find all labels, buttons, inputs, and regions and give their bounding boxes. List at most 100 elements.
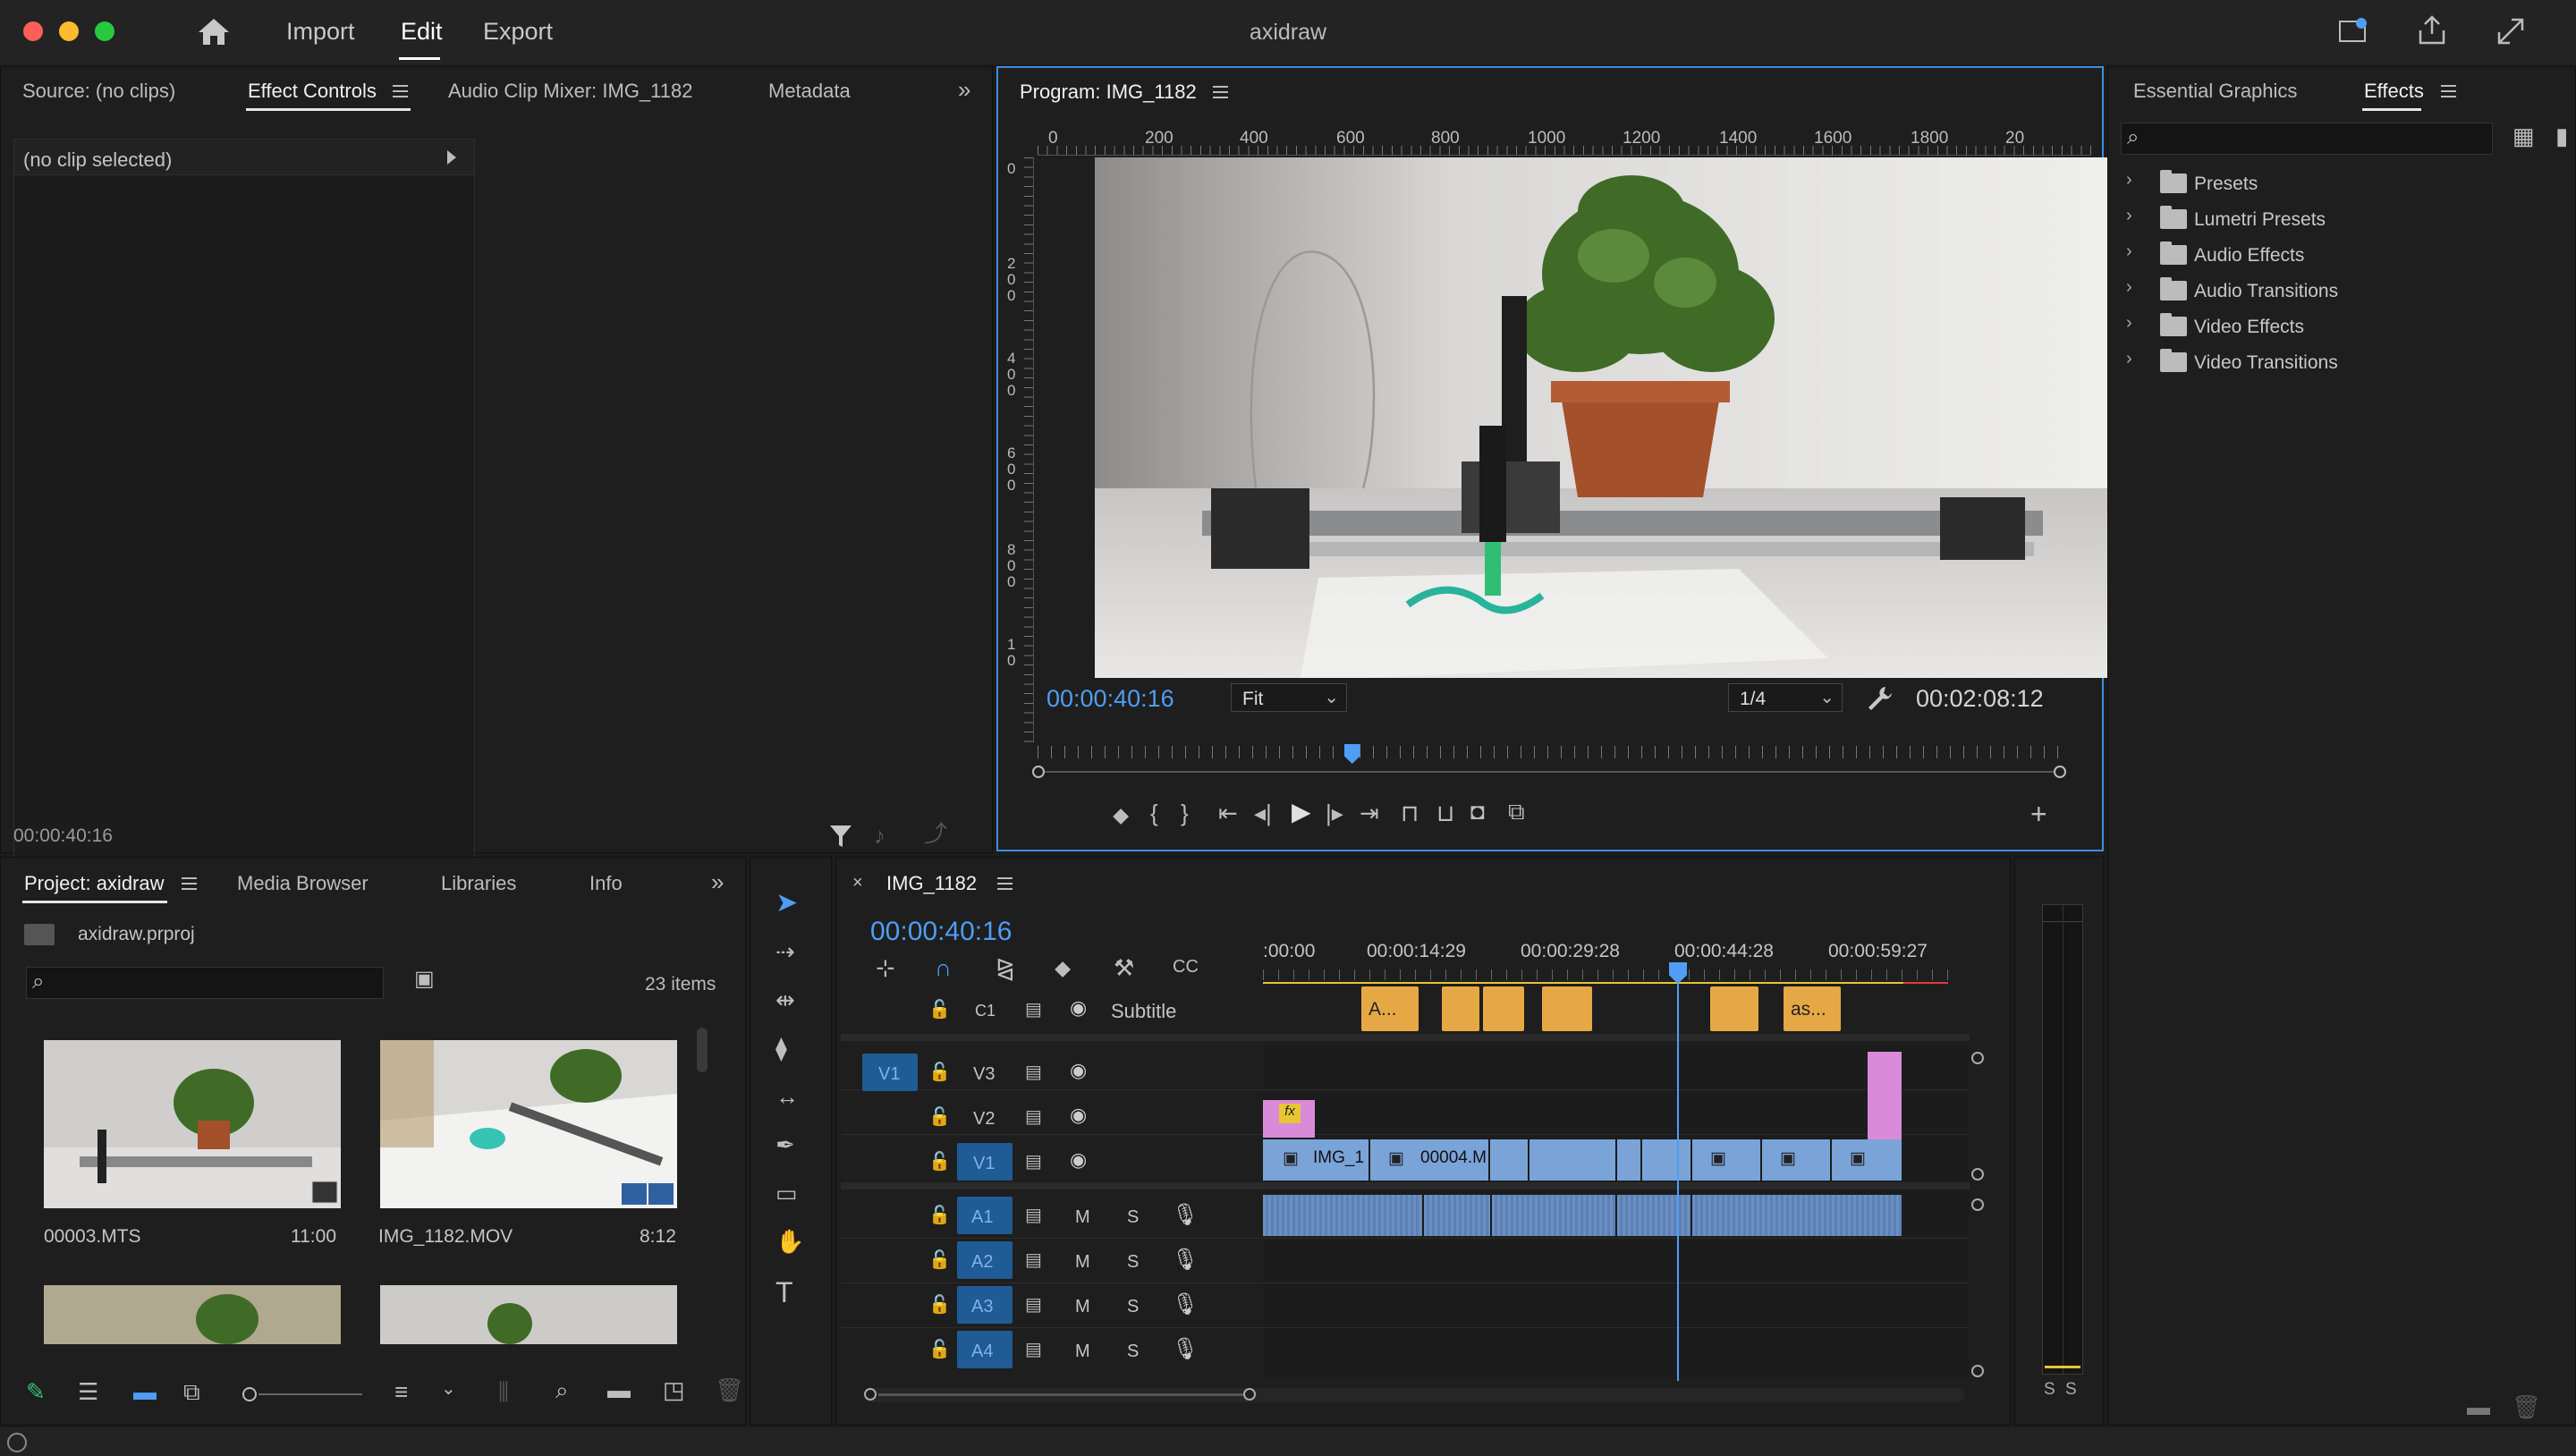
search-icon[interactable]: ⌕ (555, 1378, 569, 1401)
project-search-input[interactable]: ⌕ (26, 967, 384, 999)
effects-item-video-transitions[interactable]: › Video Transitions (2124, 345, 2563, 381)
hand-tool-icon[interactable]: ✋ (775, 1230, 804, 1253)
audio-clip[interactable] (1492, 1195, 1615, 1236)
sync-lock-icon[interactable]: ▤ (1025, 1204, 1042, 1226)
clip-thumbnail[interactable] (380, 1040, 677, 1208)
sync-lock-icon[interactable]: ▤ (1025, 1338, 1042, 1360)
wrench-icon[interactable] (1866, 685, 1893, 712)
graphics-clip[interactable] (1868, 1052, 1902, 1139)
add-marker-icon[interactable]: ⬥ (1055, 956, 1071, 979)
audio-clip[interactable] (1692, 1195, 1902, 1236)
video-clip[interactable]: ▣ IMG_1 (1263, 1139, 1368, 1181)
mute-button[interactable]: M (1075, 1207, 1090, 1228)
nest-icon[interactable]: ⊹ (876, 956, 895, 979)
pencil-icon[interactable]: ✎ (26, 1380, 46, 1403)
program-playhead[interactable] (1343, 744, 1360, 764)
microphone-icon[interactable]: 🎙 (1172, 1202, 1199, 1228)
go-to-in-icon[interactable]: ⇤ (1218, 801, 1238, 825)
solo-right-button[interactable]: S (2065, 1380, 2077, 1400)
audio-clip[interactable] (1617, 1195, 1690, 1236)
chevron-down-icon[interactable]: ⌄ (441, 1380, 456, 1398)
captions-icon[interactable]: CC (1173, 958, 1199, 976)
video-clip[interactable]: ▣ (1762, 1139, 1830, 1181)
project-menu-icon[interactable] (182, 877, 197, 890)
effects-item-video-effects[interactable]: › Video Effects (2124, 309, 2563, 345)
microphone-icon[interactable]: 🎙 (1172, 1336, 1199, 1362)
effects-item-audio-effects[interactable]: › Audio Effects (2124, 238, 2563, 274)
solo-button[interactable]: S (1127, 1207, 1139, 1228)
microphone-icon[interactable]: 🎙 (1172, 1247, 1199, 1273)
panel-overflow-icon[interactable]: » (958, 78, 970, 101)
mute-button[interactable]: M (1075, 1342, 1090, 1362)
solo-button[interactable]: S (1127, 1252, 1139, 1273)
video-scroll-handle[interactable] (1971, 1052, 1984, 1064)
sync-lock-icon[interactable]: ▤ (1025, 1249, 1042, 1271)
play-icon[interactable]: ▶ (1292, 800, 1311, 825)
audio-scroll-handle[interactable] (1971, 1198, 1984, 1211)
extract-icon[interactable]: ⊔ (1436, 801, 1454, 825)
lock-icon[interactable]: 🔓 (928, 1105, 951, 1128)
lock-icon[interactable]: 🔓 (928, 998, 951, 1020)
clip-thumbnail[interactable] (44, 1040, 341, 1208)
freeform-view-icon[interactable]: ⧉ (183, 1380, 200, 1403)
audio-clip[interactable] (1424, 1195, 1490, 1236)
video-clip[interactable]: ▣ 00004.M (1370, 1139, 1488, 1181)
selection-tool-icon[interactable]: ➤ (775, 890, 798, 917)
icon-view-icon[interactable]: ▬ (133, 1380, 157, 1403)
workspaces-icon[interactable] (2338, 16, 2368, 47)
linked-selection-icon[interactable]: ⧎ (996, 956, 1015, 979)
video-clip[interactable] (1617, 1139, 1640, 1181)
mute-button[interactable]: M (1075, 1252, 1090, 1273)
list-view-icon[interactable]: ☰ (78, 1380, 98, 1403)
type-tool-icon[interactable]: T (775, 1278, 793, 1307)
razor-tool-icon[interactable]: ⧫ (775, 1037, 787, 1060)
go-to-out-icon[interactable]: ⇥ (1360, 801, 1379, 825)
tab-libraries[interactable]: Libraries (441, 872, 516, 895)
step-forward-icon[interactable]: |▸ (1326, 801, 1343, 825)
solo-left-button[interactable]: S (2044, 1380, 2055, 1400)
timeline-ruler[interactable]: :00:00 00:00:14:29 00:00:29:28 00:00:44:… (1263, 930, 1961, 986)
lock-icon[interactable]: 🔓 (928, 1249, 951, 1271)
sync-lock-icon[interactable]: ▤ (1025, 998, 1042, 1020)
caption-clip[interactable]: A... (1361, 986, 1419, 1031)
eye-icon[interactable]: ◉ (1070, 1148, 1087, 1172)
panel-overflow-icon[interactable]: » (711, 870, 724, 893)
lock-icon[interactable]: 🔓 (928, 1204, 951, 1226)
add-button-icon[interactable]: + (2030, 800, 2047, 828)
close-sequence-icon[interactable]: × (852, 874, 863, 892)
timeline-menu-icon[interactable] (997, 877, 1013, 890)
find-bin-icon[interactable]: ▣ (414, 969, 435, 990)
timeline-settings-icon[interactable]: ⚒ (1114, 956, 1134, 979)
clip-thumbnail[interactable] (380, 1285, 677, 1344)
sync-lock-icon[interactable]: ▤ (1025, 1293, 1042, 1316)
camera-icon[interactable]: ◘ (1470, 800, 1485, 823)
step-back-icon[interactable]: ◂| (1254, 801, 1272, 825)
caption-clip[interactable] (1710, 986, 1758, 1031)
caption-clip[interactable] (1542, 986, 1592, 1031)
new-bin-icon[interactable]: ▬ (607, 1378, 631, 1401)
project-scrollbar[interactable] (697, 1028, 708, 1072)
fullscreen-icon[interactable] (2496, 16, 2526, 47)
effects-item-lumetri-presets[interactable]: › Lumetri Presets (2124, 202, 2563, 238)
tab-audio-clip-mixer[interactable]: Audio Clip Mixer: IMG_1182 (448, 80, 693, 103)
caption-clip[interactable] (1483, 986, 1524, 1031)
graphics-clip[interactable]: fx (1263, 1100, 1315, 1138)
video-clip[interactable] (1530, 1139, 1615, 1181)
pen-tool-icon[interactable]: ✒ (775, 1133, 795, 1156)
program-menu-icon[interactable] (1213, 86, 1228, 98)
tab-essential-graphics[interactable]: Essential Graphics (2133, 80, 2297, 103)
effects-menu-icon[interactable] (2441, 85, 2456, 97)
effects-item-presets[interactable]: › Presets (2124, 166, 2563, 202)
video-scroll-handle[interactable] (1971, 1168, 1984, 1181)
solo-button[interactable]: S (1127, 1342, 1139, 1362)
caption-clip[interactable] (1442, 986, 1479, 1031)
play-triangle-icon[interactable] (447, 150, 456, 165)
snap-icon[interactable]: ∩ (935, 956, 952, 979)
tab-effect-controls[interactable]: Effect Controls (248, 80, 377, 103)
new-item-icon[interactable]: ◳ (663, 1378, 685, 1401)
zoom-slider-handle[interactable] (242, 1387, 257, 1401)
share-icon[interactable] (2417, 14, 2447, 47)
resolution-dropdown[interactable]: 1/4 ⌄ (1728, 683, 1843, 712)
lock-icon[interactable]: 🔓 (928, 1150, 951, 1172)
custom-bin-icon[interactable]: ▮ (2555, 124, 2568, 148)
